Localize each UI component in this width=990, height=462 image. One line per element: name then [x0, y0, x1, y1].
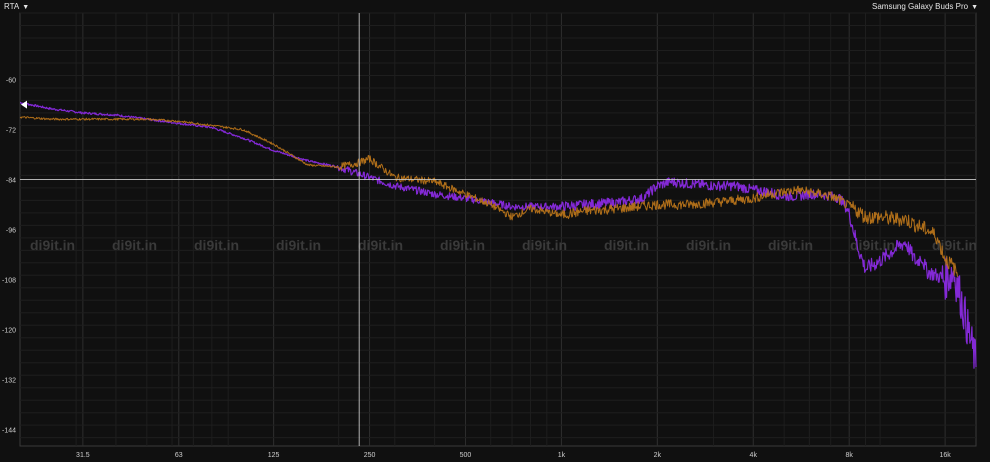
y-tick-label: -144 — [2, 427, 16, 434]
rta-mode-label: RTA — [4, 2, 20, 11]
watermark-text: di9it.in — [522, 237, 567, 253]
watermark-text: di9it.in — [30, 237, 75, 253]
y-tick-label: -84 — [6, 178, 16, 185]
watermark-text: di9it.in — [768, 237, 813, 253]
watermark-text: di9it.in — [604, 237, 649, 253]
y-axis-ticks: -60 -72 -84 -96 -108 -120 -132 -144 — [2, 78, 16, 435]
source-label: Samsung Galaxy Buds Pro — [872, 2, 969, 11]
watermark-text: di9it.in — [686, 237, 731, 253]
y-tick-label: -96 — [6, 228, 16, 235]
rta-mode-dropdown[interactable]: RTA ▼ — [4, 2, 29, 13]
watermark-text: di9it.in — [112, 237, 157, 253]
watermark-text: di9it.in — [932, 237, 977, 253]
watermark-text: di9it.in — [194, 237, 239, 253]
x-tick-label: 1k — [558, 452, 566, 459]
x-tick-label: 500 — [460, 452, 472, 459]
x-tick-label: 8k — [845, 452, 853, 459]
chevron-down-icon: ▼ — [971, 4, 978, 11]
rta-analyzer-window: di9it.in di9it.in di9it.in di9it.in di9it.in… — [0, 0, 990, 462]
watermark-text: di9it.in — [276, 237, 321, 253]
grid-layer — [19, 12, 977, 447]
x-tick-label: 16k — [939, 452, 951, 459]
frequency-response-chart[interactable]: di9it.in di9it.in di9it.in di9it.in di9it.in… — [0, 0, 990, 462]
plot-area — [19, 12, 977, 447]
chevron-down-icon: ▼ — [22, 4, 30, 11]
y-tick-label: -108 — [2, 277, 16, 284]
watermark-text: di9it.in — [358, 237, 403, 253]
y-tick-label: -120 — [2, 327, 16, 334]
x-tick-label: 4k — [750, 452, 758, 459]
watermark-text: di9it.in — [440, 237, 485, 253]
source-dropdown[interactable]: Samsung Galaxy Buds Pro ▼ — [872, 2, 978, 13]
x-tick-label: 63 — [175, 452, 183, 459]
y-tick-label: -72 — [6, 128, 16, 135]
x-tick-label: 2k — [654, 452, 662, 459]
x-tick-label: 250 — [364, 452, 376, 459]
x-tick-label: 125 — [268, 452, 280, 459]
y-tick-label: -60 — [6, 78, 16, 85]
x-tick-label: 31.5 — [76, 452, 90, 459]
x-axis-ticks: 31.5 63 125 250 500 1k 2k 4k 8k 16k — [76, 452, 951, 459]
y-tick-label: -132 — [2, 377, 16, 384]
